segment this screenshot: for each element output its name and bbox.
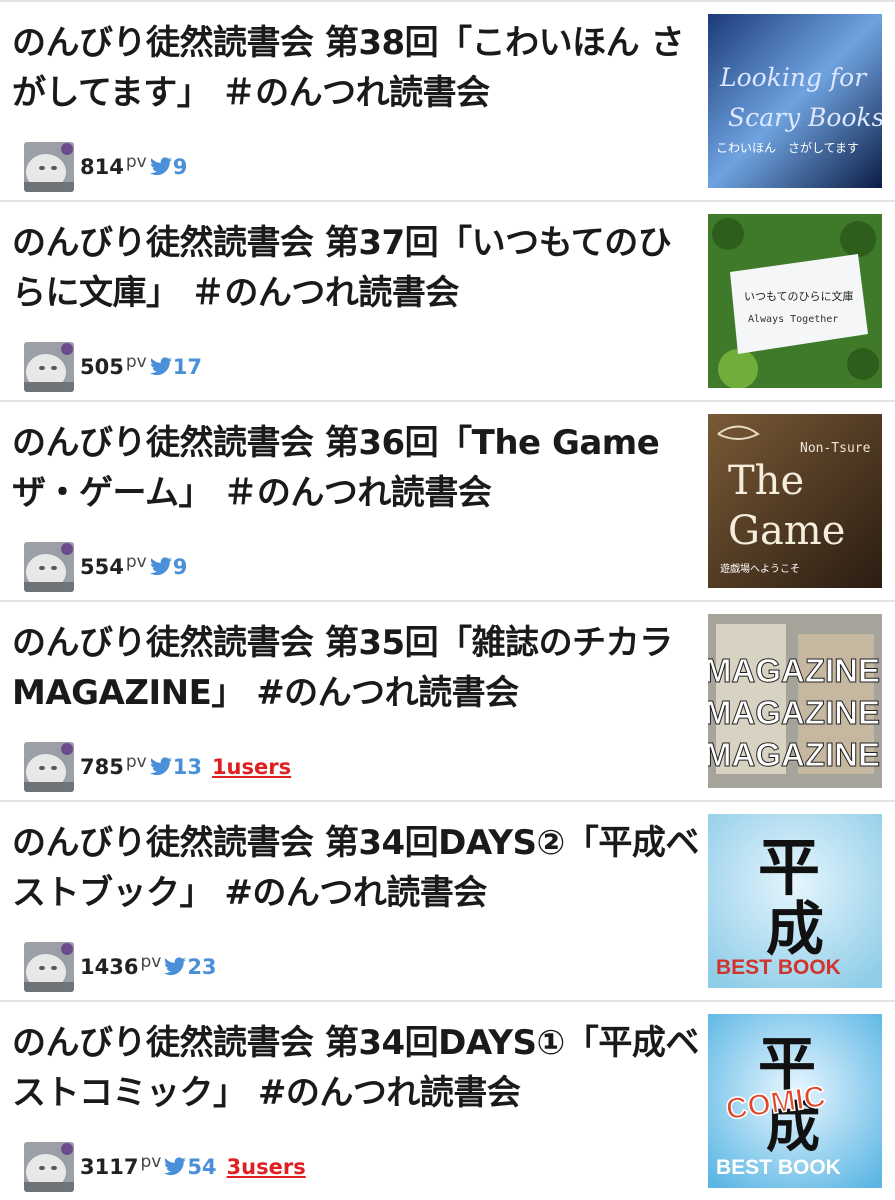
svg-text:成: 成 [766, 895, 824, 963]
article-title[interactable]: のんびり徒然読書会 第34回DAYS②「平成ベストブック」 #のんつれ読書会 [12, 818, 702, 918]
article-title[interactable]: のんびり徒然読書会 第35回「雑誌のチカラ MAGAZINE」 #のんつれ読書会 [12, 618, 702, 718]
svg-text:The: The [728, 458, 804, 504]
list-item[interactable]: のんびり徒然読書会 第36回「The Game ザ・ゲーム」 ＃のんつれ読書会 … [0, 400, 895, 600]
pageview-count: 814 [80, 155, 124, 179]
twitter-icon [164, 1157, 187, 1176]
twitter-icon [149, 157, 172, 176]
article-thumbnail[interactable]: Non-Tsure The Game 遊戯場へようこそ [708, 414, 882, 588]
article-thumbnail[interactable]: Looking for Scary Books こわいほん さがしてます [708, 14, 882, 188]
tweet-count: 13 [172, 755, 202, 779]
svg-text:Game: Game [728, 508, 845, 554]
article-meta: 3117 pv 54 3users [24, 1142, 306, 1192]
pageview-unit: pv [125, 752, 147, 772]
svg-text:Scary Books: Scary Books [728, 103, 882, 132]
svg-text:Always Together: Always Together [748, 314, 838, 325]
svg-text:遊戯場へようこそ: 遊戯場へようこそ [720, 562, 800, 575]
article-list: のんびり徒然読書会 第38回「こわいほん さがしてます」 ＃のんつれ読書会 81… [0, 0, 895, 1200]
avatar[interactable] [24, 142, 74, 192]
pageview-count: 785 [80, 755, 124, 779]
svg-text:Looking for: Looking for [719, 63, 868, 92]
pageview-unit: pv [125, 152, 147, 172]
pageview-count: 1436 [80, 955, 139, 979]
twitter-icon [149, 757, 172, 776]
list-item[interactable]: のんびり徒然読書会 第34回DAYS①「平成ベストコミック」 #のんつれ読書会 … [0, 1000, 895, 1200]
tweet-count: 54 [187, 1155, 217, 1179]
svg-text:MAGAZINE: MAGAZINE [708, 694, 880, 731]
article-title[interactable]: のんびり徒然読書会 第36回「The Game ザ・ゲーム」 ＃のんつれ読書会 [12, 418, 702, 518]
list-item[interactable]: のんびり徒然読書会 第37回「いつもてのひらに文庫」 ＃のんつれ読書会 505 … [0, 200, 895, 400]
bookmark-users-link[interactable]: 3users [227, 1155, 306, 1179]
article-thumbnail[interactable]: いつもてのひらに文庫 Always Together [708, 214, 882, 388]
svg-text:MAGAZINE: MAGAZINE [708, 736, 880, 773]
article-meta: 814 pv 9 [24, 142, 187, 192]
pageview-unit: pv [125, 552, 147, 572]
pageview-count: 554 [80, 555, 124, 579]
svg-text:BEST BOOK: BEST BOOK [716, 1156, 841, 1179]
pageview-unit: pv [140, 1152, 162, 1172]
svg-text:BEST BOOK: BEST BOOK [716, 956, 841, 979]
svg-text:いつもてのひらに文庫: いつもてのひらに文庫 [744, 289, 854, 303]
pageview-count: 3117 [80, 1155, 139, 1179]
avatar[interactable] [24, 942, 74, 992]
pageview-unit: pv [140, 952, 162, 972]
list-item[interactable]: のんびり徒然読書会 第35回「雑誌のチカラ MAGAZINE」 #のんつれ読書会… [0, 600, 895, 800]
avatar[interactable] [24, 742, 74, 792]
pageview-count: 505 [80, 355, 124, 379]
tweet-count: 23 [187, 955, 217, 979]
svg-text:MAGAZINE: MAGAZINE [708, 652, 880, 689]
tweet-count: 9 [172, 155, 188, 179]
article-thumbnail[interactable]: 平 成 BEST BOOK [708, 814, 882, 988]
svg-text:こわいほん さがしてます: こわいほん さがしてます [716, 140, 859, 155]
bookmark-users-link[interactable]: 1users [212, 755, 291, 779]
article-meta: 554 pv 9 [24, 542, 187, 592]
tweet-count: 17 [172, 355, 202, 379]
article-meta: 785 pv 13 1users [24, 742, 291, 792]
list-item[interactable]: のんびり徒然読書会 第38回「こわいほん さがしてます」 ＃のんつれ読書会 81… [0, 0, 895, 200]
svg-text:平: 平 [758, 831, 820, 904]
article-meta: 505 pv 17 [24, 342, 202, 392]
article-title[interactable]: のんびり徒然読書会 第34回DAYS①「平成ベストコミック」 #のんつれ読書会 [12, 1018, 702, 1118]
pageview-unit: pv [125, 352, 147, 372]
avatar[interactable] [24, 342, 74, 392]
article-title[interactable]: のんびり徒然読書会 第38回「こわいほん さがしてます」 ＃のんつれ読書会 [12, 18, 702, 118]
list-item[interactable]: のんびり徒然読書会 第34回DAYS②「平成ベストブック」 #のんつれ読書会 1… [0, 800, 895, 1000]
article-thumbnail[interactable]: MAGAZINE MAGAZINE MAGAZINE [708, 614, 882, 788]
twitter-icon [149, 357, 172, 376]
twitter-icon [164, 957, 187, 976]
twitter-icon [149, 557, 172, 576]
avatar[interactable] [24, 1142, 74, 1192]
tweet-count: 9 [172, 555, 188, 579]
svg-text:Non-Tsure: Non-Tsure [800, 441, 871, 456]
article-thumbnail[interactable]: 平 成 COMIC BEST BOOK [708, 1014, 882, 1188]
avatar[interactable] [24, 542, 74, 592]
article-title[interactable]: のんびり徒然読書会 第37回「いつもてのひらに文庫」 ＃のんつれ読書会 [12, 218, 702, 318]
article-meta: 1436 pv 23 [24, 942, 217, 992]
